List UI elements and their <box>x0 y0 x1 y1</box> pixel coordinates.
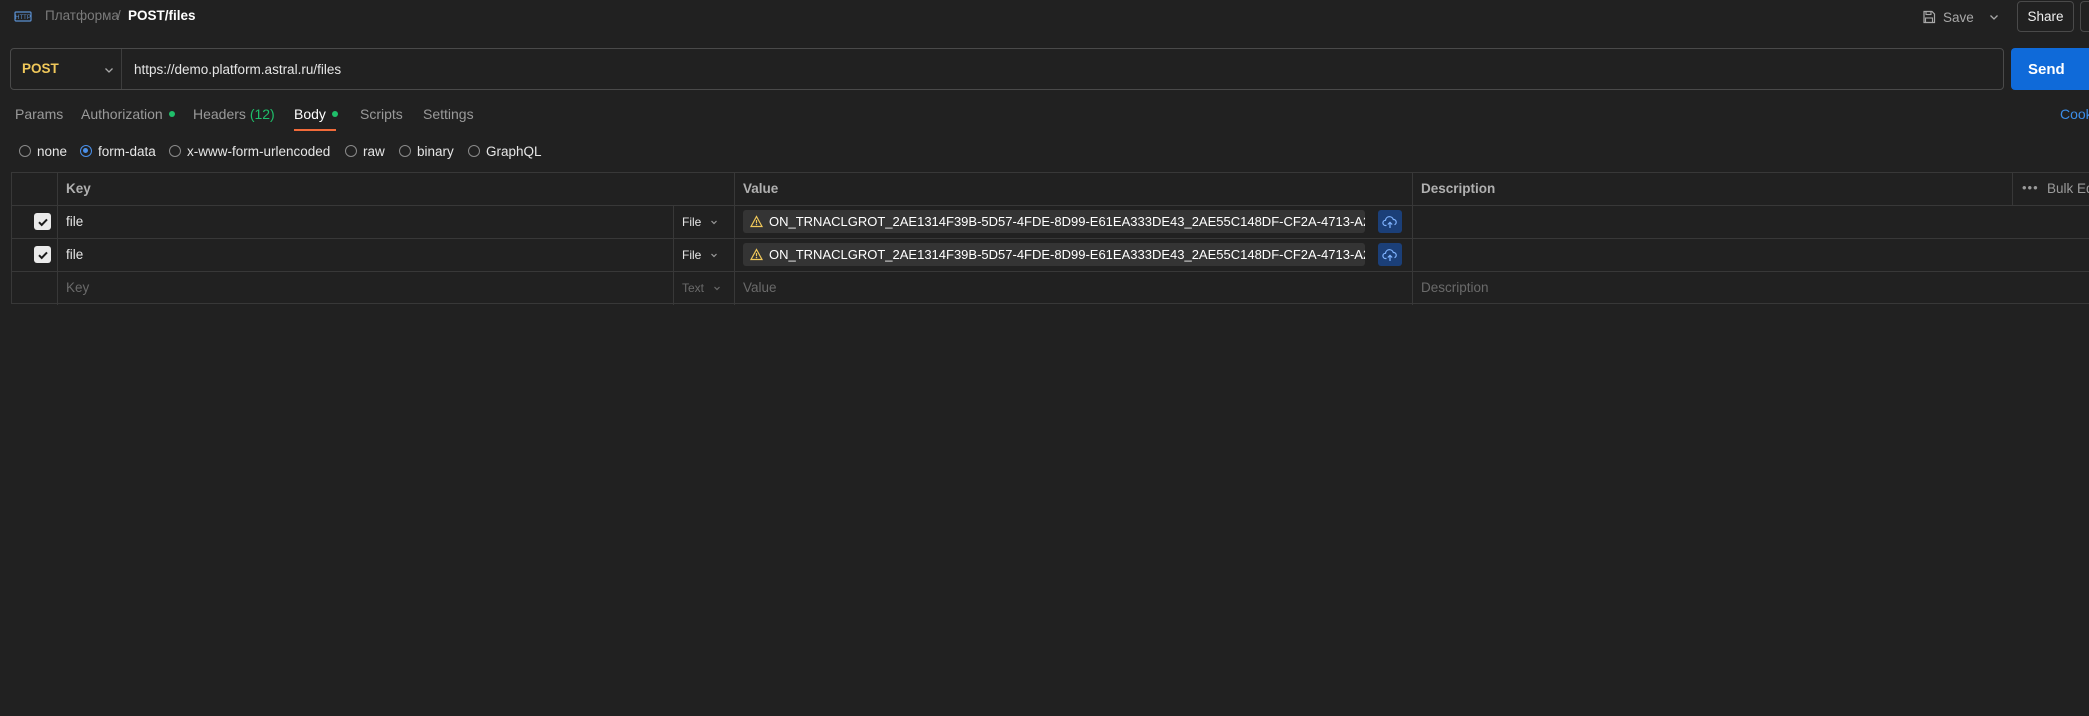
tab-settings[interactable]: Settings <box>423 106 474 122</box>
chevron-down-icon <box>711 220 718 225</box>
column-divider <box>673 206 674 305</box>
file-name: ON_TRNACLGROT_2AE1314F39B-5D57-4FDE-8D99… <box>769 247 1365 262</box>
save-icon <box>1923 10 1936 24</box>
file-chip[interactable]: ON_TRNACLGROT_2AE1314F39B-5D57-4FDE-8D99… <box>743 210 1365 233</box>
breadcrumb-parent[interactable]: Платформа <box>45 8 119 23</box>
cloud-upload-icon <box>1382 248 1397 261</box>
row-checkbox[interactable] <box>34 246 51 263</box>
radio-circle <box>345 145 357 157</box>
share-label: Share <box>2027 9 2064 24</box>
tab-label: Authorization <box>81 106 163 122</box>
svg-text:HTTP: HTTP <box>15 15 31 21</box>
radio-circle <box>468 145 480 157</box>
new-description-input[interactable]: Description <box>1421 280 1489 295</box>
column-header-key: Key <box>66 181 91 196</box>
chevron-down-icon <box>714 286 720 291</box>
tab-body[interactable]: Body <box>294 106 338 122</box>
radio-form-data[interactable]: form-data <box>80 140 156 162</box>
form-data-table: Key Value Description ••• Bulk Ed file F… <box>11 172 2089 305</box>
type-label: Text <box>682 281 705 295</box>
radio-label: GraphQL <box>486 143 542 159</box>
radio-x-www-form-urlencoded[interactable]: x-www-form-urlencoded <box>169 140 330 162</box>
row-divider <box>12 271 2089 272</box>
radio-binary[interactable]: binary <box>399 140 454 162</box>
tab-params[interactable]: Params <box>15 106 63 122</box>
tab-scripts[interactable]: Scripts <box>360 106 403 122</box>
chevron-down-icon <box>711 253 718 258</box>
radio-circle <box>399 145 411 157</box>
radio-none[interactable]: none <box>19 140 67 162</box>
tab-authorization[interactable]: Authorization <box>81 106 175 122</box>
tab-headers[interactable]: Headers (12) <box>193 106 275 122</box>
radio-graphql[interactable]: GraphQL <box>468 140 542 162</box>
radio-label: binary <box>417 143 454 159</box>
type-select[interactable]: File <box>682 215 719 229</box>
divider <box>121 49 122 89</box>
radio-label: x-www-form-urlencoded <box>187 143 331 159</box>
upload-file-button[interactable] <box>1378 210 1402 233</box>
tab-count-badge: (12) <box>249 106 275 122</box>
row-key[interactable]: file <box>66 214 83 229</box>
status-dot <box>168 111 175 118</box>
warning-icon <box>750 215 763 228</box>
row-divider <box>12 238 2089 239</box>
upload-file-button[interactable] <box>1378 243 1402 266</box>
save-button[interactable]: Save <box>1922 4 1974 30</box>
status-dot <box>331 111 338 118</box>
chevron-down-icon[interactable] <box>102 63 116 77</box>
row-divider <box>12 205 2089 206</box>
chevron-down-icon[interactable] <box>1987 10 2001 24</box>
request-editor: HTTP Платформа / POST/files Save Share P… <box>0 0 2089 716</box>
method-select[interactable]: POST <box>22 61 59 76</box>
breadcrumb-current[interactable]: POST/files <box>128 8 196 23</box>
radio-circle-checked <box>80 145 92 157</box>
breadcrumb-separator: / <box>117 8 121 23</box>
row-checkbox[interactable] <box>34 213 51 230</box>
check-icon <box>37 251 48 259</box>
tab-label: Settings <box>423 106 474 122</box>
column-header-description: Description <box>1421 181 1496 196</box>
save-label: Save <box>1943 9 1974 25</box>
share-button[interactable]: Share <box>2017 1 2074 32</box>
column-divider <box>57 173 58 305</box>
tab-label: Scripts <box>360 106 403 122</box>
column-divider <box>734 173 735 305</box>
radio-raw[interactable]: raw <box>345 140 385 162</box>
send-button[interactable]: Send <box>2011 48 2089 90</box>
radio-label: none <box>37 143 68 159</box>
cookies-link[interactable]: Cook <box>2060 106 2089 122</box>
tab-label: Params <box>15 106 64 122</box>
copy-link-button[interactable] <box>2080 1 2089 32</box>
type-label: File <box>682 248 702 262</box>
type-select[interactable]: Text <box>682 281 722 295</box>
radio-label: raw <box>363 143 385 159</box>
url-input[interactable] <box>134 59 1984 79</box>
cloud-upload-icon <box>1382 215 1397 228</box>
column-divider <box>2012 173 2013 206</box>
new-key-input[interactable]: Key <box>66 280 89 295</box>
row-key[interactable]: file <box>66 247 83 262</box>
new-value-input[interactable]: Value <box>743 280 777 295</box>
bulk-edit-link[interactable]: Bulk Ed <box>2047 181 2089 196</box>
more-options-icon[interactable]: ••• <box>2022 180 2039 195</box>
warning-icon <box>750 248 763 261</box>
file-chip[interactable]: ON_TRNACLGROT_2AE1314F39B-5D57-4FDE-8D99… <box>743 243 1365 266</box>
radio-circle <box>169 145 181 157</box>
active-tab-indicator <box>294 129 336 131</box>
type-select[interactable]: File <box>682 248 719 262</box>
tab-label: Body <box>294 106 326 122</box>
type-label: File <box>682 215 702 229</box>
column-divider <box>1412 173 1413 305</box>
tab-label: Headers <box>193 106 246 122</box>
url-bar: POST <box>10 48 2004 90</box>
file-name: ON_TRNACLGROT_2AE1314F39B-5D57-4FDE-8D99… <box>769 214 1365 229</box>
send-label: Send <box>2028 60 2065 78</box>
top-bar: HTTP Платформа / POST/files Save Share <box>0 0 2089 34</box>
radio-label: form-data <box>98 143 156 159</box>
http-icon: HTTP <box>14 11 32 22</box>
radio-circle <box>19 145 31 157</box>
check-icon <box>37 218 48 226</box>
column-header-value: Value <box>743 181 779 196</box>
